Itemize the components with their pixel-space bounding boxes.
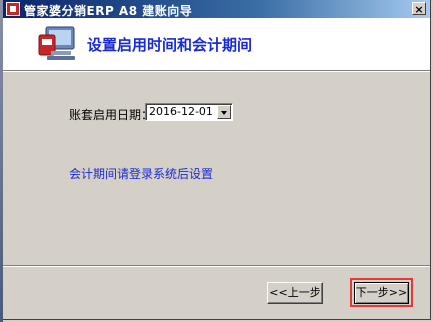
footer-divider bbox=[3, 265, 430, 267]
title-bar: 管家婆分销ERP A8 建账向导 × bbox=[3, 0, 430, 18]
start-date-value: 2016-12-01 bbox=[149, 105, 213, 118]
wizard-window: 管家婆分销ERP A8 建账向导 × 设置启用时间和会计期间 账套启用日期： 2… bbox=[3, 0, 431, 320]
wizard-header: 设置启用时间和会计期间 bbox=[3, 18, 430, 72]
window-title: 管家婆分销ERP A8 建账向导 bbox=[24, 4, 193, 18]
chevron-down-icon[interactable] bbox=[217, 105, 231, 119]
previous-button[interactable]: <<上一步 bbox=[267, 282, 323, 304]
app-logo-icon bbox=[6, 2, 20, 16]
next-button[interactable]: 下一步>> bbox=[354, 282, 409, 304]
accounting-period-note[interactable]: 会计期间请登录系统后设置 bbox=[69, 165, 213, 182]
page-title: 设置启用时间和会计期间 bbox=[87, 36, 253, 54]
close-button[interactable]: × bbox=[412, 2, 426, 16]
start-date-select[interactable]: 2016-12-01 bbox=[145, 103, 233, 121]
start-date-label: 账套启用日期： bbox=[69, 108, 154, 122]
computer-wizard-icon bbox=[38, 26, 75, 60]
